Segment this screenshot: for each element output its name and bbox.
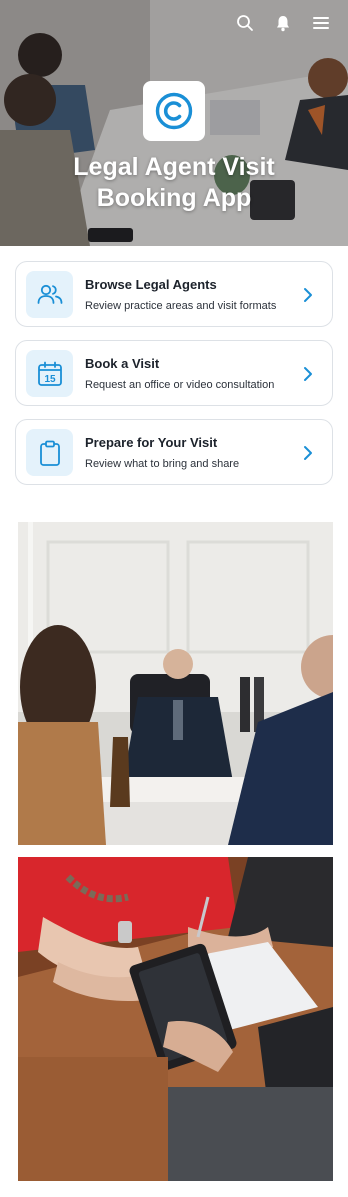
calendar-day-number: 15: [44, 374, 56, 385]
header-icons: [236, 14, 330, 32]
page-title: Legal Agent Visit Booking App: [0, 152, 348, 214]
card-icon-box: [26, 429, 73, 476]
chevron-right-icon: [304, 367, 312, 381]
clipboard-icon: [39, 440, 60, 466]
card-title: Browse Legal Agents: [85, 277, 217, 292]
card-subtitle: Review what to bring and share: [85, 458, 240, 470]
notification-bell-icon[interactable]: [274, 14, 292, 32]
prepare-visit-card[interactable]: Prepare for Your Visit Review what to br…: [15, 419, 333, 485]
search-icon[interactable]: [236, 14, 254, 32]
card-title: Book a Visit: [85, 356, 160, 371]
people-icon: [37, 284, 62, 304]
document-signing-photo: [18, 857, 333, 1181]
menu-icon[interactable]: [312, 14, 330, 32]
card-subtitle: Request an office or video consultation: [85, 379, 275, 391]
card-subtitle: Review practice areas and visit formats: [85, 300, 277, 312]
card-icon-box: [26, 271, 73, 318]
card-icon-box: 15: [26, 350, 73, 397]
office-consultation-photo: [18, 522, 333, 845]
book-visit-card[interactable]: 15 Book a Visit Request an office or vid…: [15, 340, 333, 406]
page-title-line-1: Legal Agent Visit: [73, 153, 275, 181]
page-title-line-2: Booking App: [96, 184, 252, 212]
browse-agents-card[interactable]: Browse Legal Agents Review practice area…: [15, 261, 333, 327]
copyright-c-logo-icon: [155, 92, 193, 130]
chevron-right-icon: [304, 446, 312, 460]
chevron-right-icon: [304, 288, 312, 302]
hero-banner: Legal Agent Visit Booking App: [0, 0, 348, 246]
calendar-15-icon: 15: [37, 361, 62, 386]
card-title: Prepare for Your Visit: [85, 435, 218, 450]
app-logo: [143, 81, 205, 141]
